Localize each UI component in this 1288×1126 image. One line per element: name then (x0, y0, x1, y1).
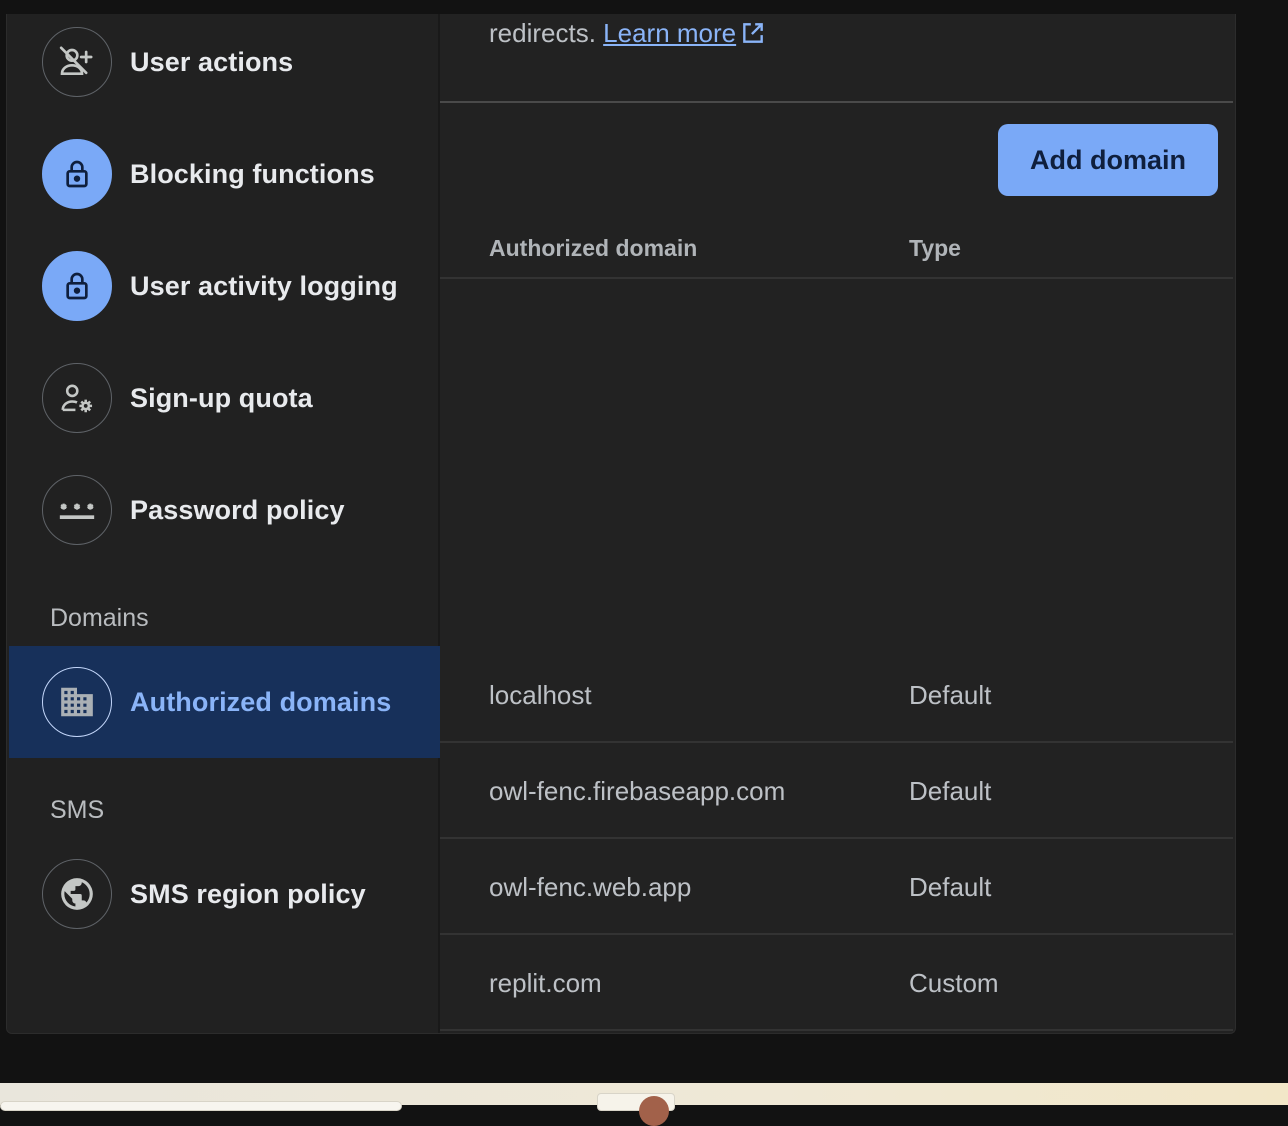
sidebar-item-label: Password policy (130, 494, 345, 525)
row-divider (440, 933, 1233, 935)
table-header-divider (440, 277, 1233, 279)
domain-cell: owl-fenc.web.app (489, 872, 692, 902)
row-divider (440, 837, 1233, 839)
type-cell: Default (909, 680, 992, 710)
sidebar-item-password-policy[interactable]: Password policy (9, 454, 440, 566)
row-divider (440, 1029, 1233, 1031)
globe-icon (42, 859, 112, 929)
authorized-domains-content: redirects. Learn more Add domain Authori… (440, 14, 1235, 1033)
sidebar-item-label: Authorized domains (130, 686, 392, 717)
add-domain-button[interactable]: Add domain (998, 124, 1218, 196)
sidebar-item-label: SMS region policy (130, 878, 366, 909)
sidebar-item-label: Sign-up quota (130, 382, 313, 413)
domain-cell: replit.com (489, 968, 602, 998)
column-header-type[interactable]: Type (909, 235, 961, 262)
person-off-icon (42, 27, 112, 97)
taskbar-search[interactable] (0, 1101, 402, 1111)
sidebar-item-label: User activity logging (130, 270, 398, 301)
person-gear-icon (42, 363, 112, 433)
lock-icon (42, 139, 112, 209)
avatar[interactable] (639, 1096, 669, 1126)
auth-settings-panel: User actions Blocking functions User act… (6, 14, 1236, 1034)
sidebar-item-user-activity-logging[interactable]: User activity logging (9, 230, 440, 342)
learn-more-label: Learn more (603, 18, 737, 48)
domain-cell: localhost (489, 680, 592, 710)
external-link-icon (743, 23, 763, 43)
row-divider (440, 741, 1233, 743)
section-header-sms: SMS (50, 796, 105, 824)
sidebar-item-sms-region-policy[interactable]: SMS region policy (9, 838, 440, 950)
sidebar-item-authorized-domains[interactable]: Authorized domains (9, 646, 440, 758)
type-cell: Default (909, 872, 992, 902)
divider (440, 101, 1233, 103)
lock-icon (42, 251, 112, 321)
section-header-domains: Domains (50, 604, 149, 632)
column-header-authorized-domain[interactable]: Authorized domain (489, 235, 697, 262)
learn-more-link[interactable]: Learn more (603, 18, 766, 48)
sidebar-item-label: User actions (130, 46, 294, 77)
sidebar-item-label: Blocking functions (130, 158, 375, 189)
settings-sidebar: User actions Blocking functions User act… (7, 14, 440, 1033)
description-text: redirects. Learn more (489, 18, 766, 49)
sidebar-item-blocking-functions[interactable]: Blocking functions (9, 118, 440, 230)
type-cell: Default (909, 776, 992, 806)
domain-cell: owl-fenc.firebaseapp.com (489, 776, 786, 806)
sidebar-item-user-actions[interactable]: User actions (9, 14, 440, 118)
building-icon (42, 667, 112, 737)
description-snippet: redirects. (489, 18, 596, 48)
password-icon (42, 475, 112, 545)
sidebar-item-sign-up-quota[interactable]: Sign-up quota (9, 342, 440, 454)
type-cell: Custom (909, 968, 999, 998)
